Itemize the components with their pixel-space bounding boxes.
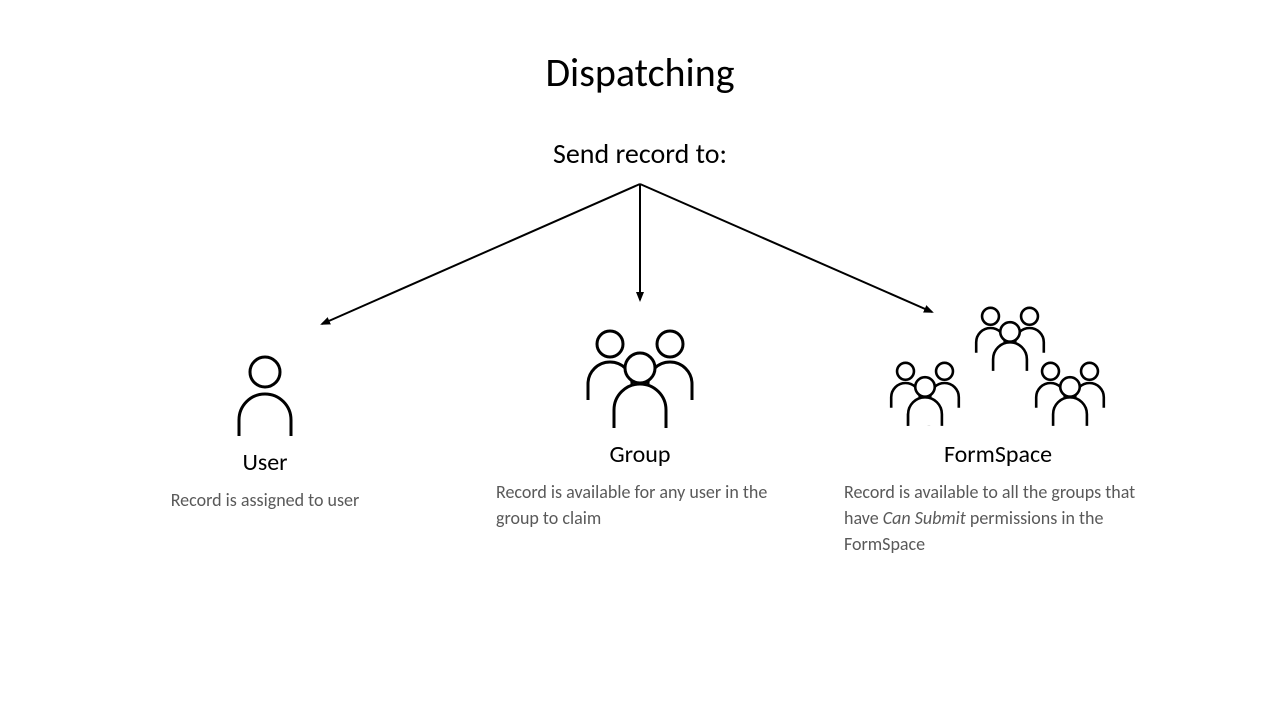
group-icon xyxy=(490,302,790,432)
diagram-subtitle: Send record to: xyxy=(0,136,1280,171)
branch-user-label: User xyxy=(115,448,415,477)
diagram-title: Dispatching xyxy=(0,48,1280,97)
formspace-desc-em: Can Submit xyxy=(883,507,966,529)
branch-user-desc: Record is assigned to user xyxy=(115,487,415,513)
branch-formspace-label: FormSpace xyxy=(838,440,1158,469)
branch-user: User Record is assigned to user xyxy=(115,320,415,513)
branch-formspace-desc: Record is available to all the groups th… xyxy=(838,479,1158,557)
branch-group: Group Record is available for any user i… xyxy=(490,302,790,531)
user-icon xyxy=(115,320,415,440)
formspace-icon xyxy=(838,302,1158,432)
branch-formspace: FormSpace Record is available to all the… xyxy=(838,302,1158,557)
branch-group-desc: Record is available for any user in the … xyxy=(490,479,790,531)
branch-group-label: Group xyxy=(490,440,790,469)
